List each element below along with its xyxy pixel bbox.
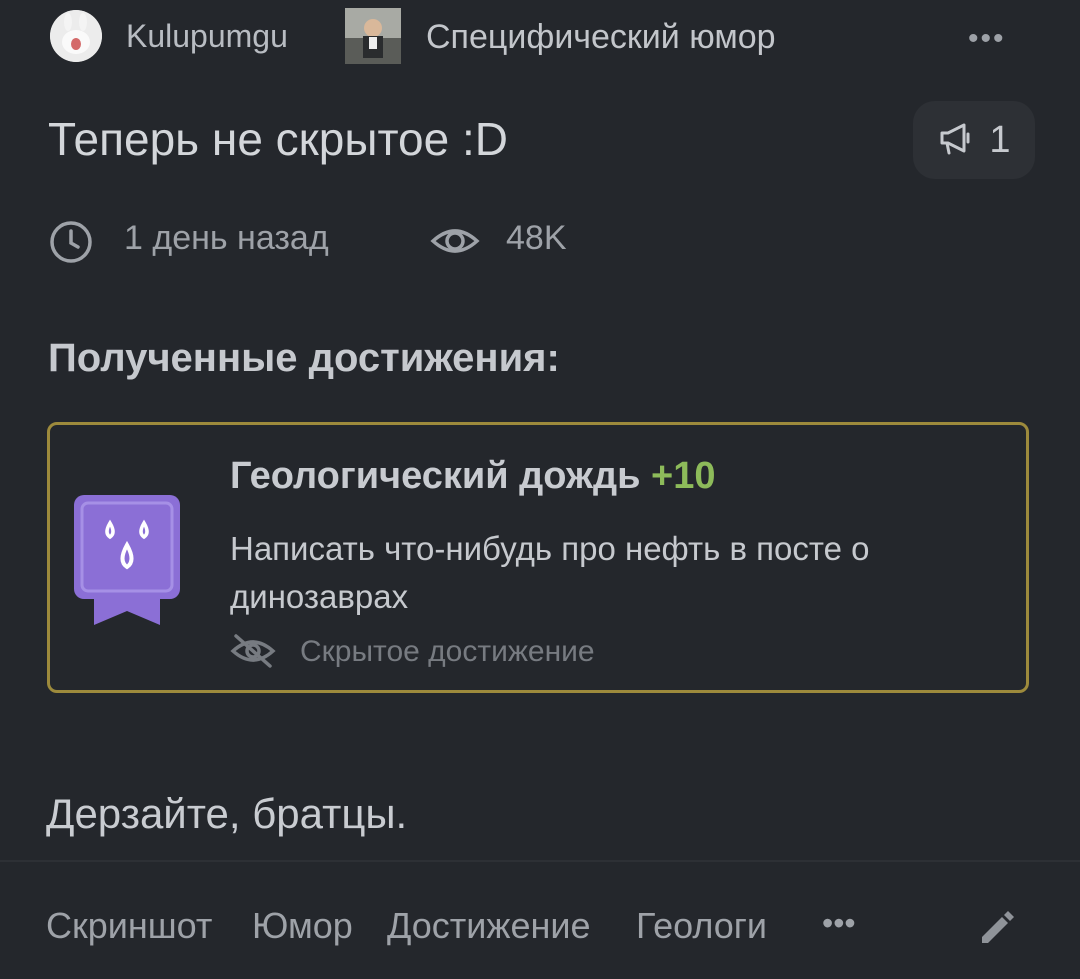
author-name[interactable]: Kulupumgu	[126, 18, 288, 55]
tag-achievement[interactable]: Достижение	[387, 905, 591, 947]
clock-icon	[48, 219, 94, 270]
megaphone-icon	[937, 120, 973, 161]
achievement-name: Геологический дождь	[230, 455, 641, 497]
achievement-points: +10	[651, 455, 716, 497]
achievement-title: Геологический дождь +10	[230, 455, 715, 498]
community-avatar[interactable]	[345, 8, 401, 64]
achievement-description: Написать что-нибудь про нефть в посте о …	[230, 530, 870, 615]
post-header: Kulupumgu Специфический юмор •••	[0, 0, 1080, 80]
divider	[0, 860, 1080, 862]
achievement-card[interactable]: Геологический дождь +10 Написать что-ниб…	[47, 422, 1029, 693]
more-options-button[interactable]: •••	[968, 22, 1006, 56]
hidden-achievement-label: Скрытое достижение	[300, 635, 595, 668]
author-avatar[interactable]	[50, 10, 102, 62]
eye-icon	[430, 221, 480, 266]
community-name[interactable]: Специфический юмор	[426, 18, 776, 57]
tags-bar: Скриншот Юмор Достижение Геологи •••	[46, 905, 1046, 955]
tag-humor[interactable]: Юмор	[252, 905, 353, 947]
post-meta: 1 день назад 48K	[48, 215, 648, 267]
pencil-icon[interactable]	[976, 907, 1018, 954]
post-body: Дерзайте, братцы.	[46, 790, 408, 837]
post-time: 1 день назад	[124, 219, 329, 257]
view-count: 48K	[506, 219, 567, 257]
tag-screenshot[interactable]: Скриншот	[46, 905, 212, 947]
achievements-heading: Полученные достижения:	[48, 336, 560, 380]
drops-medal-icon	[72, 493, 182, 634]
rating-badge[interactable]: 1	[913, 101, 1035, 179]
post-title: Теперь не скрытое :D	[48, 113, 508, 165]
badge-count: 1	[989, 118, 1011, 161]
tag-geologists[interactable]: Геологи	[636, 905, 767, 947]
eye-off-icon	[230, 633, 276, 674]
tags-more-button[interactable]: •••	[822, 905, 856, 942]
